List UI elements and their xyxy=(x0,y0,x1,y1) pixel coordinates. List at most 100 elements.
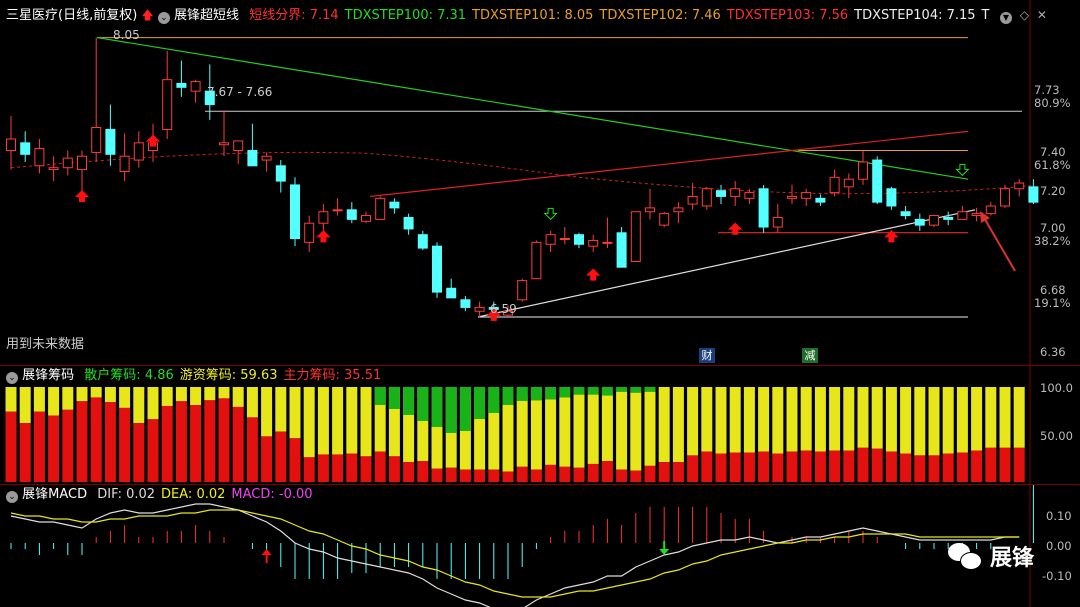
candle-body xyxy=(545,234,556,245)
candle xyxy=(62,150,73,176)
candle-body xyxy=(985,205,996,215)
retail-chip-bar xyxy=(459,387,471,431)
hot-money-chip-bar xyxy=(687,387,699,456)
retail-chip-bar xyxy=(545,387,557,400)
indicator-label: TDXSTEP104: xyxy=(854,8,943,23)
chips-indicator-name[interactable]: 展锋筹码 xyxy=(22,368,74,383)
indicator-label: 游资筹码: xyxy=(179,368,237,383)
axis-label: 61.8% xyxy=(1034,158,1071,172)
hot-money-chip-bar xyxy=(317,387,329,455)
close-icon[interactable]: ✕ xyxy=(1037,8,1047,22)
main-force-chip-bar xyxy=(786,451,798,482)
candle xyxy=(758,184,769,233)
retail-chip-bar xyxy=(403,387,415,415)
candle xyxy=(1014,179,1025,197)
indicator-value-item: 主力筹码: 35.51 xyxy=(284,368,382,383)
candle-body xyxy=(943,216,954,220)
hot-money-chip-bar xyxy=(516,396,528,467)
indicator-value: 8.05 xyxy=(560,8,594,23)
chevron-down-icon[interactable]: ⌄ xyxy=(157,12,170,24)
diamond-icon[interactable]: ◇ xyxy=(1020,8,1029,22)
retail-chip-bar xyxy=(573,387,585,395)
macd-values: DIF: 0.02 DEA: 0.02 MACD: -0.00 xyxy=(91,487,312,502)
candle xyxy=(559,227,570,245)
candle-body xyxy=(971,213,982,217)
main-force-chip-bar xyxy=(616,469,628,482)
hot-money-chip-bar xyxy=(800,387,812,451)
finance-marker[interactable]: 财 xyxy=(699,348,715,363)
chevron-down-icon[interactable]: ▼ xyxy=(1000,12,1012,24)
candle xyxy=(133,131,144,168)
main-force-chip-bar xyxy=(502,471,514,482)
axis-label: 7.73 xyxy=(1034,83,1060,97)
indicator-label: 散户筹码: xyxy=(84,368,141,383)
main-force-chip-bar xyxy=(62,409,74,482)
candle xyxy=(645,188,655,220)
hot-money-chip-bar xyxy=(33,387,45,412)
hot-money-chip-bar xyxy=(985,387,997,448)
hot-money-chip-bar xyxy=(530,400,542,470)
candlestick-chart[interactable] xyxy=(0,0,1080,365)
stock-title[interactable]: 三星医疗(日线,前复权) xyxy=(6,8,137,23)
retail-chip-bar xyxy=(502,387,514,405)
chevron-down-icon[interactable]: ⌄ xyxy=(6,491,18,503)
hot-money-chip-bar xyxy=(601,395,613,462)
main-force-chip-bar xyxy=(971,450,983,482)
candle xyxy=(957,205,968,220)
main-force-chip-bar xyxy=(417,461,429,482)
candle xyxy=(716,184,726,205)
candle-body xyxy=(20,142,31,155)
main-force-chip-bar xyxy=(800,450,812,482)
main-price-panel[interactable] xyxy=(0,0,1080,365)
candle xyxy=(474,301,485,317)
main-force-chip-bar xyxy=(900,453,912,482)
candle xyxy=(261,152,272,172)
retail-chip-bar xyxy=(417,387,429,421)
candle xyxy=(233,140,244,164)
hot-money-chip-bar xyxy=(90,387,102,398)
candle-body xyxy=(6,138,16,151)
candle-body xyxy=(815,197,826,203)
candle xyxy=(6,116,16,170)
candle xyxy=(77,150,87,197)
hot-money-chip-bar xyxy=(772,387,784,454)
candle-body xyxy=(914,218,925,226)
retail-chip-bar xyxy=(474,387,486,419)
reduce-marker[interactable]: 减 xyxy=(802,348,818,363)
candle-body xyxy=(261,155,272,161)
main-force-chip-bar xyxy=(5,411,17,482)
indicator-name[interactable]: 展锋超短线 xyxy=(174,8,239,23)
sell-arrow-icon xyxy=(955,163,970,177)
candle-body xyxy=(531,241,542,280)
retail-chip-bar xyxy=(445,387,457,433)
low-price-label: 6.59 xyxy=(490,302,517,316)
candle-body xyxy=(375,197,386,220)
candle xyxy=(985,202,996,216)
main-force-chip-bar xyxy=(374,451,386,482)
candle xyxy=(914,213,925,231)
main-force-chip-bar xyxy=(587,463,599,482)
indicator-value-item: T xyxy=(982,8,990,23)
candle xyxy=(858,150,868,185)
candle-body xyxy=(1000,188,1010,207)
main-force-chip-bar xyxy=(232,406,244,482)
main-force-chip-bar xyxy=(218,398,230,482)
candle-body xyxy=(290,184,300,240)
candle xyxy=(1000,184,1010,208)
main-force-chip-bar xyxy=(403,462,415,482)
main-force-chip-bar xyxy=(743,452,755,482)
retail-chip-bar xyxy=(530,387,542,397)
main-force-chip-bar xyxy=(843,450,855,482)
chevron-down-icon[interactable]: ⌄ xyxy=(6,372,18,384)
macd-indicator-name[interactable]: 展锋MACD xyxy=(22,487,87,502)
main-force-chip-bar xyxy=(119,407,131,482)
indicator-value-item: 散户筹码: 4.86 xyxy=(84,368,173,383)
hot-money-chip-bar xyxy=(928,387,940,456)
high-price-label: 8.05 xyxy=(113,28,140,42)
candle xyxy=(290,177,300,247)
main-force-chip-bar xyxy=(630,470,642,482)
candle xyxy=(460,295,471,312)
candle-body xyxy=(730,188,741,197)
main-force-chip-bar xyxy=(431,468,443,482)
hot-money-chip-bar xyxy=(147,387,159,420)
